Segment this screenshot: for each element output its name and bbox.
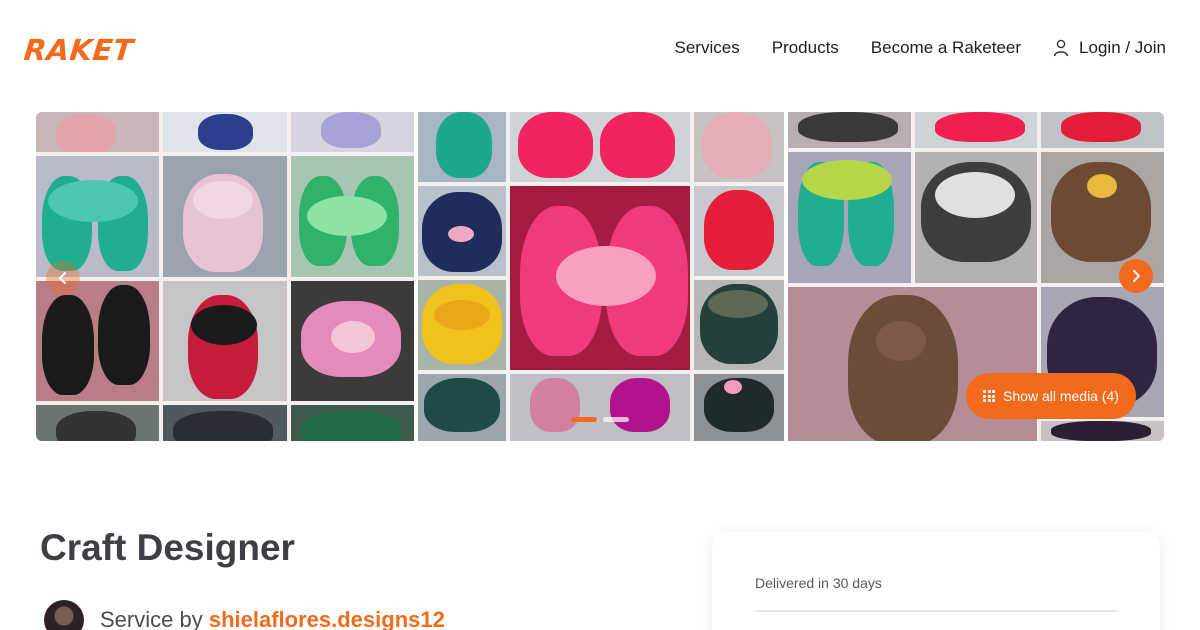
- gallery-prev-button[interactable]: [46, 261, 80, 295]
- grid-icon: [983, 390, 996, 402]
- nav-become-raketeer[interactable]: Become a Raketeer: [871, 38, 1021, 58]
- service-by-prefix: Service by: [100, 607, 203, 630]
- gallery-pagination: [571, 417, 629, 422]
- user-icon: [1053, 39, 1069, 57]
- show-all-media-button[interactable]: Show all media (4): [966, 373, 1136, 419]
- gallery-next-button[interactable]: [1119, 259, 1153, 293]
- nav-products[interactable]: Products: [772, 38, 839, 58]
- raket-logo[interactable]: RAKET: [22, 33, 135, 67]
- main-nav: Services Products Become a Raketeer Logi…: [675, 38, 1166, 58]
- page-title: Craft Designer: [40, 527, 295, 568]
- login-join-link[interactable]: Login / Join: [1053, 38, 1166, 58]
- pagination-dot-1[interactable]: [571, 417, 597, 422]
- gallery-image-1[interactable]: [36, 112, 414, 441]
- gallery-image-2[interactable]: [418, 112, 784, 441]
- chevron-left-icon: [59, 272, 66, 284]
- card-divider: [755, 610, 1119, 612]
- nav-services[interactable]: Services: [675, 38, 740, 58]
- service-by-text: Service by shielaflores.designs12: [100, 607, 445, 630]
- show-all-media-label: Show all media (4): [1003, 388, 1119, 404]
- order-card: Delivered in 30 days: [712, 532, 1160, 630]
- login-join-label: Login / Join: [1079, 38, 1166, 57]
- seller-avatar[interactable]: [44, 600, 84, 630]
- chevron-right-icon: [1133, 270, 1140, 282]
- delivery-time: Delivered in 30 days: [755, 575, 882, 591]
- site-header: RAKET Services Products Become a Raketee…: [0, 0, 1200, 100]
- pagination-dot-2[interactable]: [603, 417, 629, 422]
- seller-link[interactable]: shielaflores.designs12: [209, 607, 445, 630]
- seller-byline: Service by shielaflores.designs12: [44, 600, 445, 630]
